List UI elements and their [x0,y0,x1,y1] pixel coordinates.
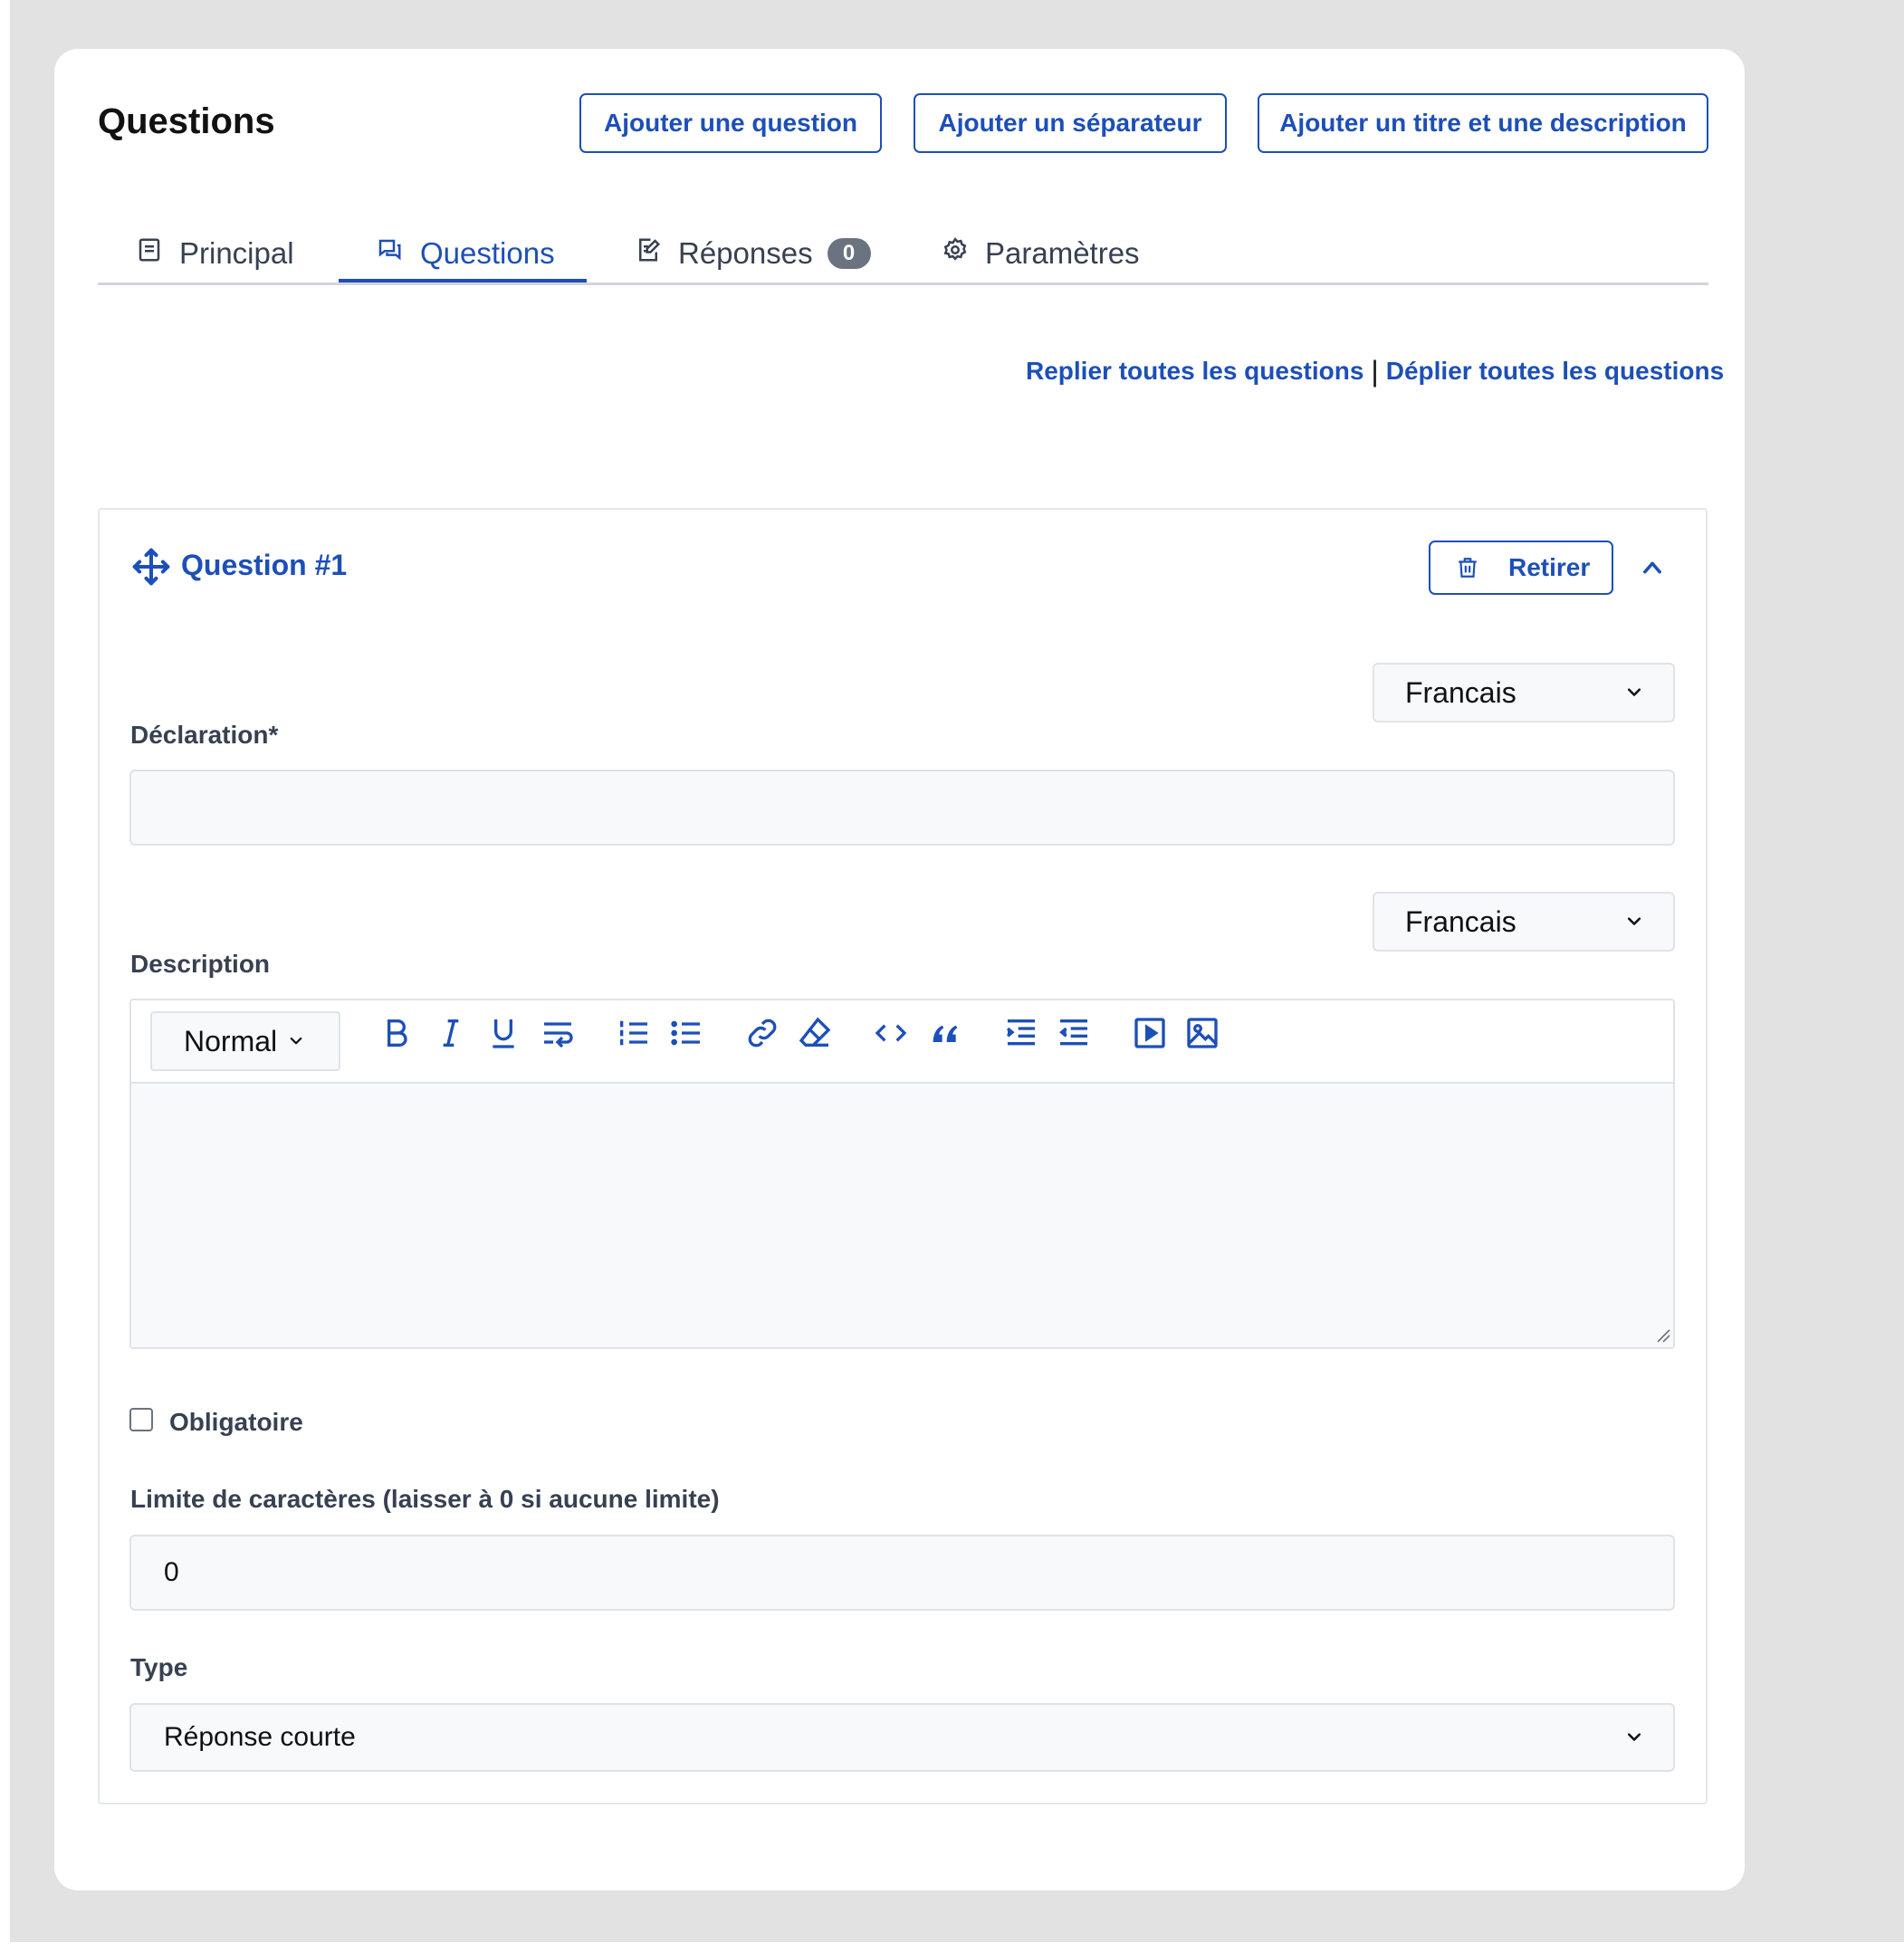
outdent-icon[interactable] [1056,1015,1092,1051]
description-text-area[interactable] [131,1084,1673,1347]
chevron-down-icon [1622,1728,1646,1746]
bullet-list-icon[interactable] [668,1015,704,1051]
ordered-list-icon[interactable] [616,1015,652,1051]
tab-settings[interactable]: Paramètres [942,225,1140,282]
declaration-language-value: Francais [1405,675,1517,709]
links-separator: | [1371,354,1379,388]
collapse-expand-links: Replier toutes les questions | Déplier t… [1026,353,1724,389]
tab-questions[interactable]: Questions [375,225,555,282]
drag-handle-icon[interactable] [131,547,171,591]
text-wrap-icon[interactable] [540,1015,576,1051]
page-title: Questions [98,101,275,141]
description-language-select[interactable]: Francais [1373,892,1675,952]
declaration-language-select[interactable]: Francais [1373,663,1675,722]
declaration-input[interactable] [129,770,1675,846]
tab-settings-label: Paramètres [985,236,1140,270]
remove-question-button[interactable]: Retirer [1429,541,1613,595]
description-label: Description [130,950,271,978]
declaration-label: Déclaration* [130,721,279,749]
eraser-icon[interactable] [797,1015,833,1051]
required-checkbox[interactable] [129,1408,153,1431]
remove-label: Retirer [1508,553,1591,581]
type-select[interactable]: Réponse courte [129,1703,1675,1772]
link-icon[interactable] [744,1015,780,1051]
format-select-value: Normal [184,1024,278,1057]
chevron-down-icon [1622,913,1646,931]
add-title-description-button[interactable]: Ajouter un titre et une description [1258,93,1708,153]
tab-principal-label: Principal [179,236,294,270]
italic-icon[interactable] [433,1015,469,1051]
add-separator-button[interactable]: Ajouter un séparateur [914,93,1227,153]
expand-all-link[interactable]: Déplier toutes les questions [1386,357,1724,386]
chevron-up-icon[interactable] [1638,555,1667,585]
document-icon [136,236,179,271]
bold-icon[interactable] [378,1015,415,1051]
gear-icon [942,236,985,271]
resize-handle-icon[interactable] [1655,1327,1671,1348]
tab-principal[interactable]: Principal [136,225,294,282]
chat-icon [375,236,420,271]
tabs-divider [98,282,1708,285]
description-language-value: Francais [1405,904,1517,938]
char-limit-label: Limite de caractères (laisser à 0 si auc… [130,1485,720,1513]
question-title: Question #1 [181,549,348,581]
type-label: Type [130,1653,188,1681]
tab-responses[interactable]: Réponses 0 [635,225,871,282]
indent-icon[interactable] [1003,1015,1039,1051]
collapse-all-link[interactable]: Replier toutes les questions [1026,357,1363,386]
add-question-button[interactable]: Ajouter une question [579,93,882,153]
tab-questions-label: Questions [420,236,555,270]
format-select[interactable]: Normal [150,1011,340,1071]
edit-note-icon [635,236,678,271]
code-icon[interactable] [873,1015,909,1051]
image-icon[interactable] [1184,1015,1220,1051]
char-limit-input[interactable]: 0 [129,1535,1675,1611]
type-select-value: Réponse courte [164,1722,356,1752]
chevron-down-icon [286,1033,306,1049]
video-icon[interactable] [1132,1015,1168,1051]
required-label: Obligatoire [169,1408,303,1436]
responses-count-badge: 0 [827,238,871,269]
quote-icon[interactable] [927,1015,963,1051]
underline-icon[interactable] [485,1015,521,1051]
chevron-down-icon [1622,684,1646,702]
trash-icon [1456,555,1479,580]
tab-responses-label: Réponses [678,236,813,270]
